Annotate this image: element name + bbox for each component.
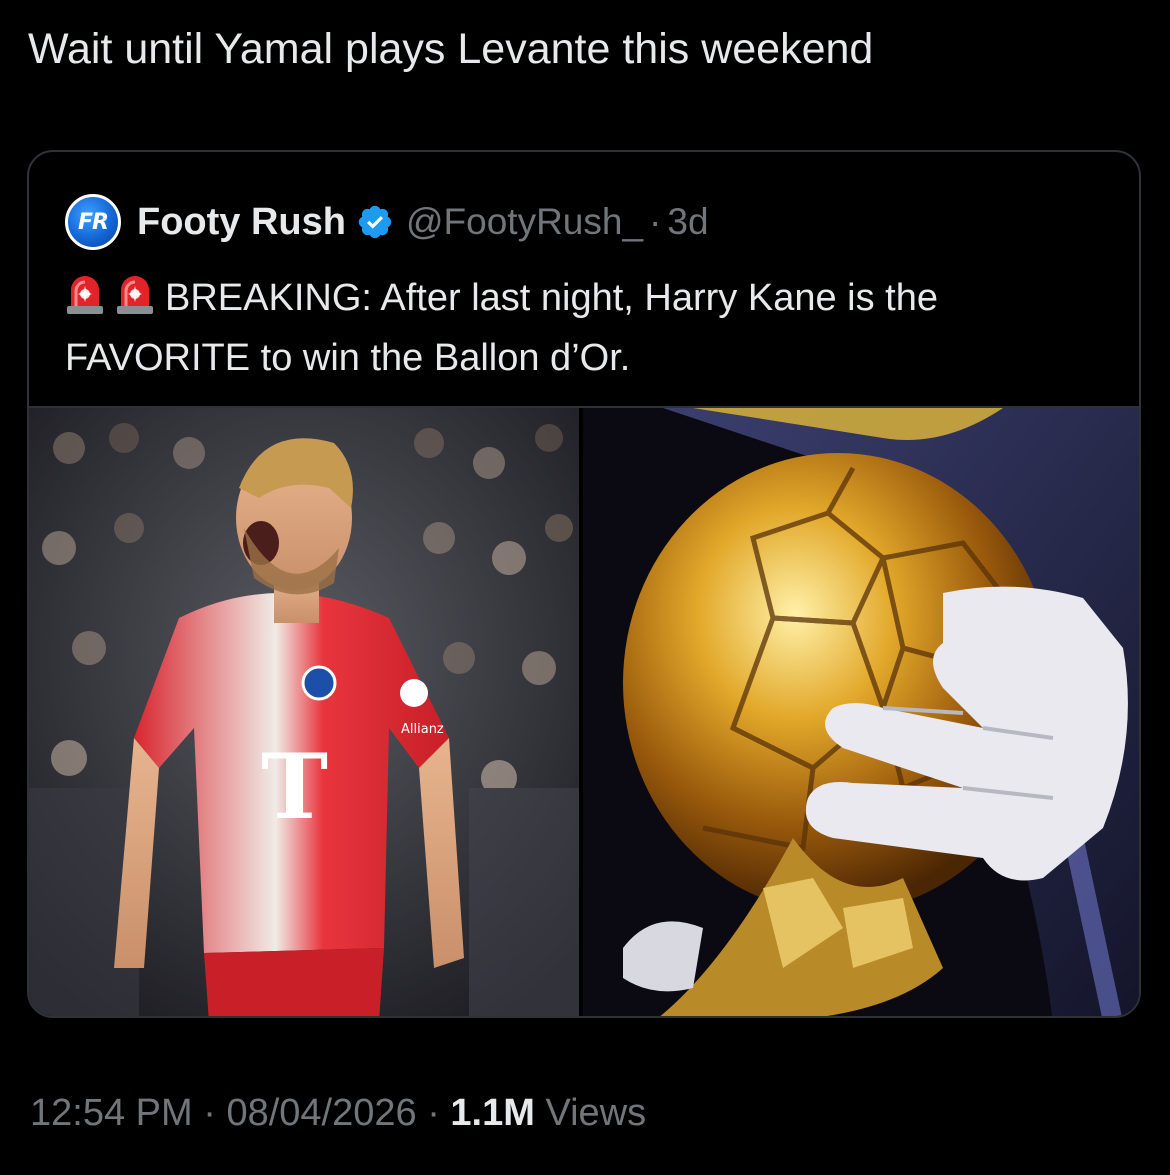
quoted-tweet-card[interactable]: FR Footy Rush @FootyRush_ · 3d BREAKING:… bbox=[27, 150, 1141, 1018]
avatar[interactable]: FR bbox=[65, 194, 121, 250]
quoted-tweet-body: BREAKING: After last night, Harry Kane i… bbox=[65, 268, 1125, 388]
separator-dot: · bbox=[649, 201, 662, 242]
jersey-sponsor-logo: T bbox=[261, 734, 328, 840]
tweet-time[interactable]: 12:54 PM bbox=[30, 1092, 193, 1134]
tweet-meta: 12:54 PM · 08/04/2026 · 1.1M Views bbox=[30, 1092, 646, 1135]
quoted-tweet-text: BREAKING: After last night, Harry Kane i… bbox=[65, 277, 938, 379]
tweet-date[interactable]: 08/04/2026 bbox=[226, 1092, 416, 1134]
handle[interactable]: @FootyRush_ bbox=[406, 201, 643, 243]
ballon-dor-photo[interactable] bbox=[583, 408, 1139, 1016]
ballon-dor-illustration bbox=[583, 408, 1139, 1016]
siren-icon bbox=[67, 276, 103, 314]
player-photo[interactable]: T Allianz bbox=[29, 408, 579, 1016]
media-grid[interactable]: T Allianz bbox=[29, 406, 1139, 1016]
siren-icon bbox=[117, 276, 153, 314]
quoted-tweet-header: FR Footy Rush @FootyRush_ · 3d bbox=[65, 194, 709, 250]
tweet-text: Wait until Yamal plays Levante this week… bbox=[28, 25, 874, 73]
verified-badge-icon bbox=[358, 205, 392, 239]
views-label: Views bbox=[545, 1092, 647, 1134]
jersey-partner-text: Allianz bbox=[401, 722, 444, 737]
player-illustration: T Allianz bbox=[29, 408, 579, 1016]
display-name[interactable]: Footy Rush bbox=[137, 201, 346, 244]
separator-dot: · bbox=[427, 1092, 440, 1134]
views-count[interactable]: 1.1M bbox=[450, 1092, 534, 1134]
tweet-age[interactable]: 3d bbox=[667, 201, 708, 243]
separator-dot: · bbox=[203, 1092, 216, 1134]
